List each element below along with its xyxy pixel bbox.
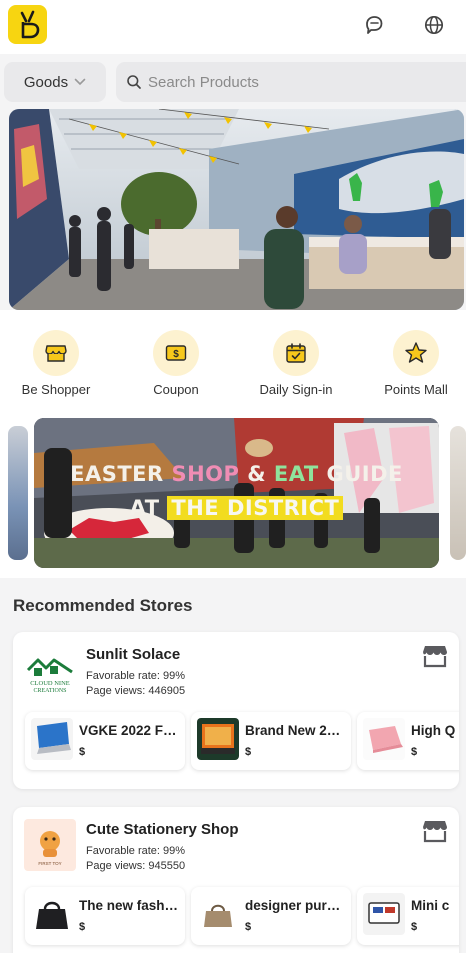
product-price: $ (411, 921, 418, 933)
shop-icon (33, 330, 79, 376)
banner-title-line2: AT THE DISTRICT (34, 496, 439, 520)
coupon-icon: $ (153, 330, 199, 376)
store-card[interactable]: CLOUD NINE CREATIONS Sunlit Solace Favor… (13, 632, 459, 789)
quick-actions: Be Shopper $ Coupon Daily Sign-in Points… (0, 310, 466, 418)
search-icon (127, 75, 141, 89)
product-image (31, 718, 73, 760)
star-icon (393, 330, 439, 376)
product-price: $ (79, 921, 86, 933)
product-name: Mini c (411, 898, 450, 913)
app-page: Goods Search Products Be Shopper $ Coupo… (0, 0, 466, 953)
app-logo[interactable] (8, 5, 47, 44)
logo-mark-icon (20, 10, 39, 38)
section-title: Recommended Stores (13, 596, 193, 615)
store-name[interactable]: Cute Stationery Shop (86, 821, 239, 838)
store-page-views: Page views: 446905 (86, 685, 186, 697)
svg-text:$: $ (173, 349, 179, 360)
product-image (197, 718, 239, 760)
store-logo: FIRST TOY (24, 819, 76, 871)
next-slide[interactable] (450, 426, 466, 560)
promo-banner-image (34, 418, 439, 568)
svg-text:CLOUD NINE: CLOUD NINE (30, 680, 70, 687)
storefront-icon[interactable] (422, 644, 448, 668)
banner-title-line1: EASTER SHOP & EAT GUIDE (70, 462, 403, 486)
quick-action-label: Points Mall (384, 382, 448, 397)
product-price: $ (79, 746, 86, 758)
previous-slide[interactable] (8, 426, 28, 560)
quick-action-daily-sign-in[interactable]: Daily Sign-in (241, 330, 351, 397)
hero-banner[interactable] (9, 109, 464, 310)
search-row: Goods (0, 54, 466, 110)
svg-text:CREATIONS: CREATIONS (33, 688, 66, 694)
quick-action-coupon[interactable]: $ Coupon (121, 330, 231, 397)
quick-action-label: Daily Sign-in (259, 382, 333, 397)
search-box[interactable] (116, 62, 466, 102)
product-price: $ (245, 921, 252, 933)
category-select[interactable]: Goods (4, 62, 106, 102)
product-image (363, 718, 405, 760)
market-photo-image (9, 109, 464, 310)
store-favorable-rate: Favorable rate: 99% (86, 845, 186, 857)
calendar-check-icon (273, 330, 319, 376)
product-name: designer purse... (245, 898, 345, 913)
top-header (0, 0, 466, 54)
store-logo: CLOUD NINE CREATIONS (24, 644, 76, 696)
product-image (363, 893, 405, 935)
product-card[interactable]: High Q $ (357, 712, 459, 770)
quick-action-label: Be Shopper (21, 382, 91, 397)
product-name: The new fashion... (79, 898, 179, 913)
product-image (31, 893, 73, 935)
globe-icon[interactable] (423, 14, 445, 36)
chevron-down-icon (74, 78, 86, 86)
product-name: VGKE 2022 Fash... (79, 723, 179, 738)
product-card[interactable]: The new fashion... $ (25, 887, 185, 945)
category-label: Goods (23, 73, 69, 91)
search-input[interactable] (148, 73, 448, 91)
chat-bubble-icon[interactable] (363, 14, 385, 36)
product-price: $ (411, 746, 418, 758)
product-card[interactable]: Brand New 2023... $ (191, 712, 351, 770)
product-card[interactable]: Mini c $ (357, 887, 459, 945)
product-card[interactable]: VGKE 2022 Fash... $ (25, 712, 185, 770)
store-name[interactable]: Sunlit Solace (86, 646, 180, 663)
product-name: Brand New 2023... (245, 723, 345, 738)
store-favorable-rate: Favorable rate: 99% (86, 670, 186, 682)
quick-action-label: Coupon (153, 382, 199, 397)
quick-action-be-shopper[interactable]: Be Shopper (1, 330, 111, 397)
promo-banner[interactable]: EASTER SHOP & EAT GUIDE AT THE DISTRICT (34, 418, 439, 568)
promo-carousel: EASTER SHOP & EAT GUIDE AT THE DISTRICT (0, 418, 466, 578)
product-price: $ (245, 746, 252, 758)
product-name: High Q (411, 723, 456, 738)
storefront-icon[interactable] (422, 819, 448, 843)
svg-text:FIRST TOY: FIRST TOY (38, 861, 61, 866)
store-page-views: Page views: 945550 (86, 860, 186, 872)
product-card[interactable]: designer purse... $ (191, 887, 351, 945)
product-image (197, 893, 239, 935)
quick-action-points-mall[interactable]: Points Mall (361, 330, 466, 397)
store-card[interactable]: FIRST TOY Cute Stationery Shop Favorable… (13, 807, 459, 953)
